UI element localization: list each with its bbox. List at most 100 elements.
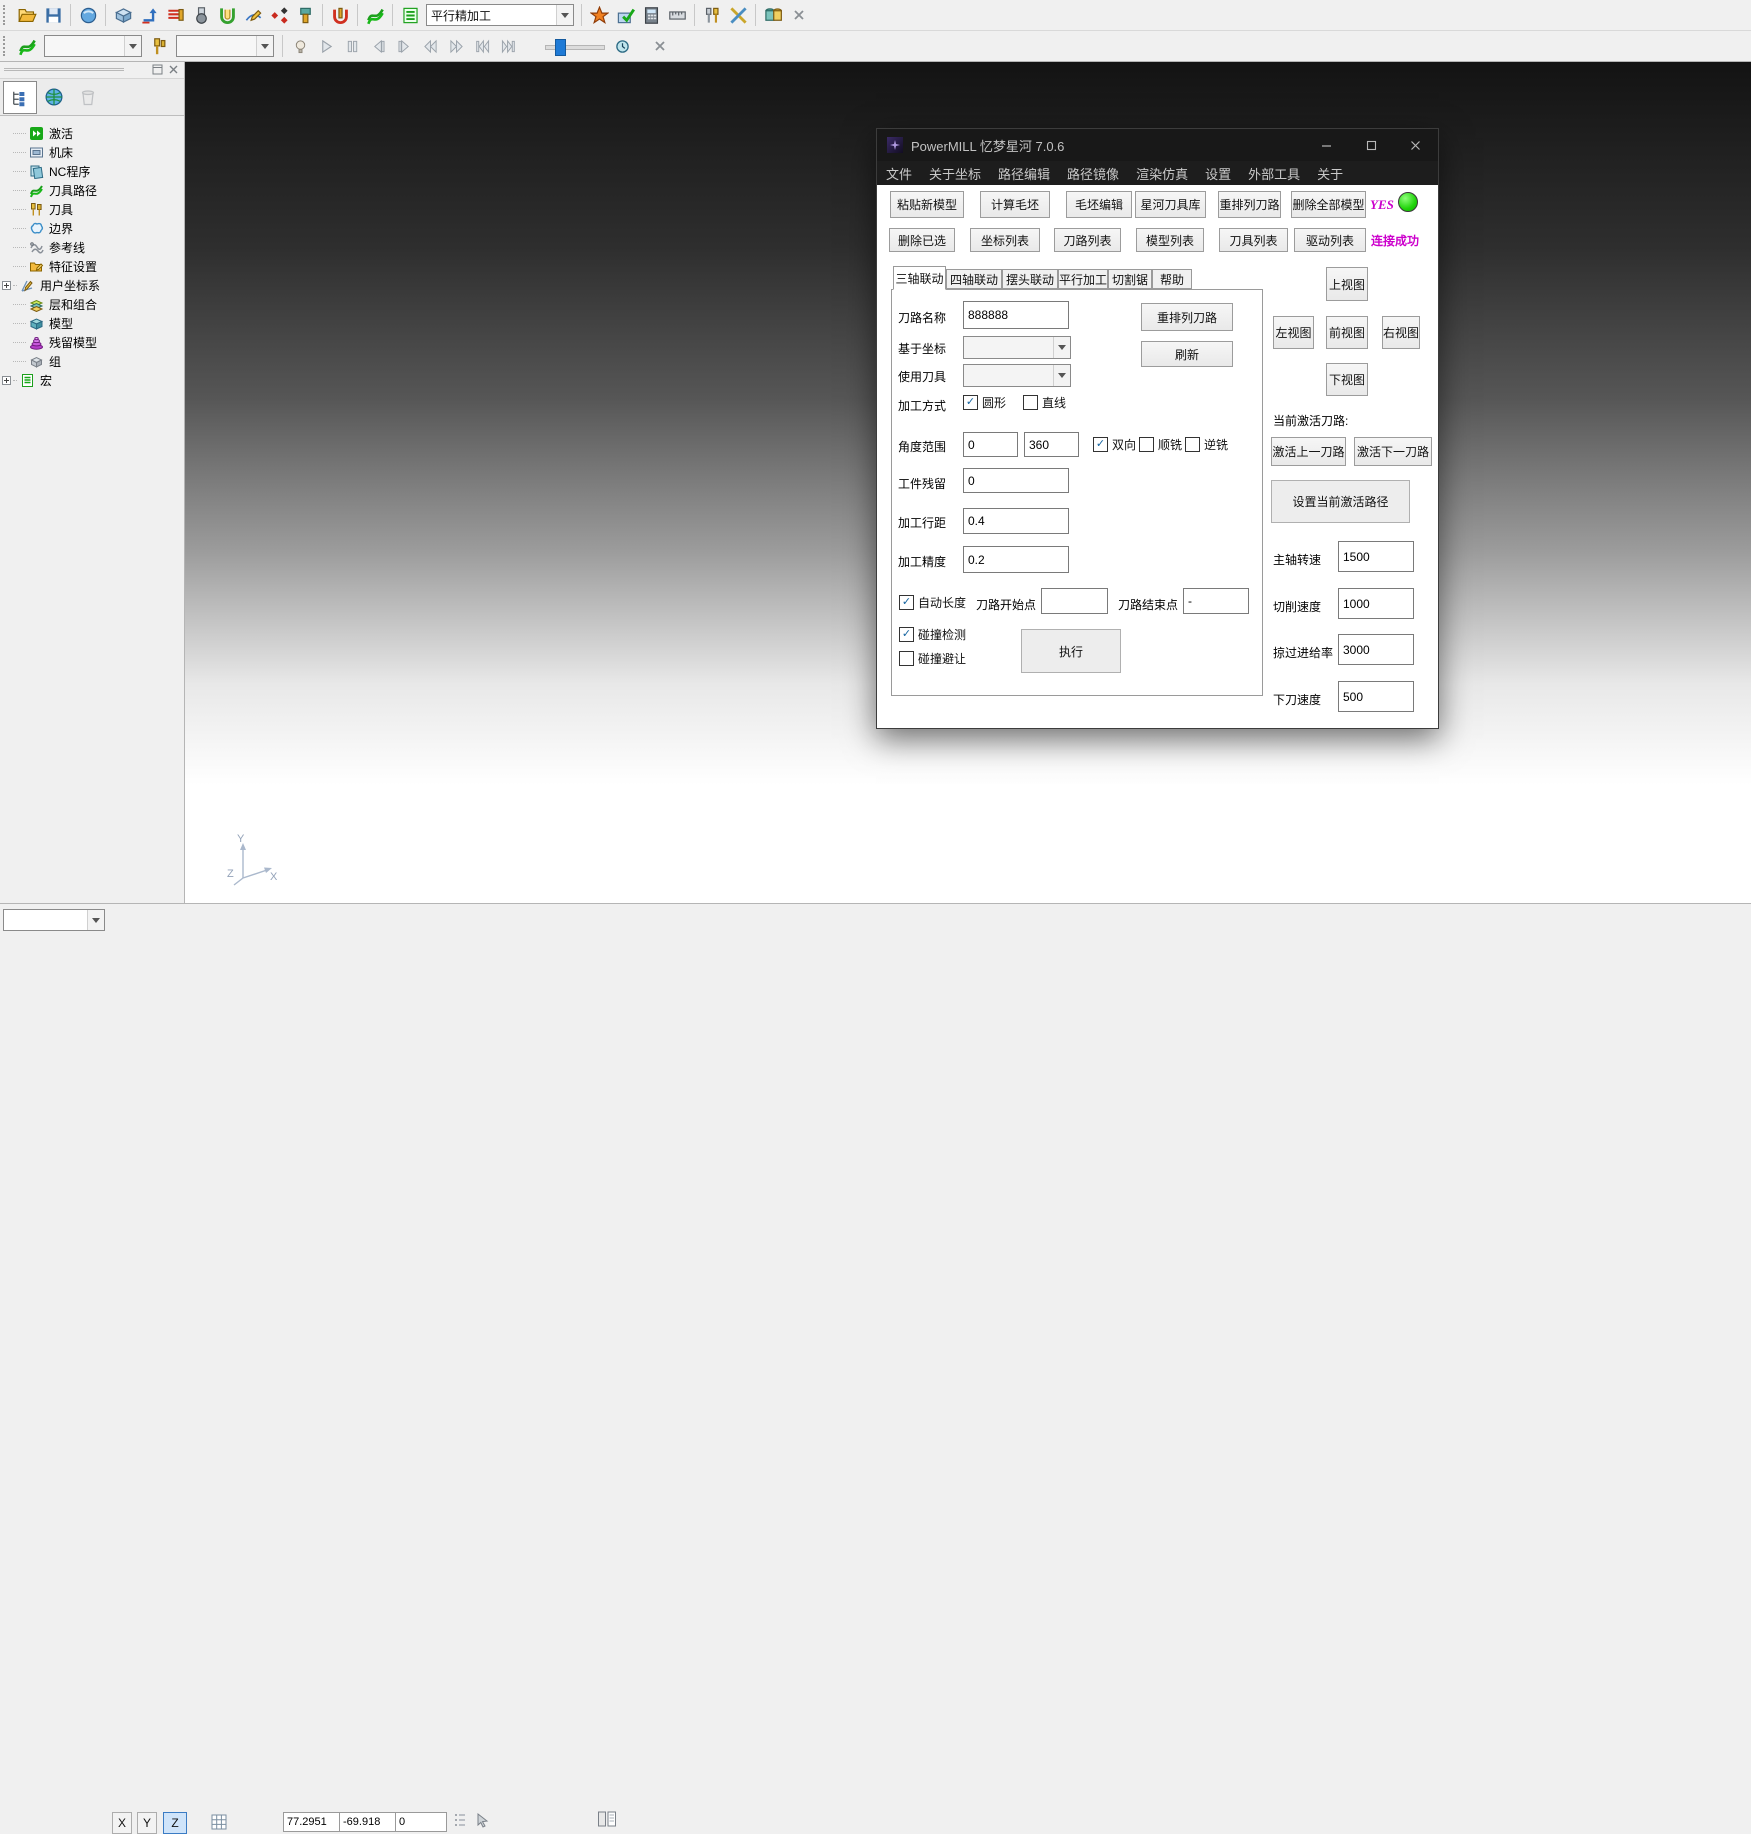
checkbox-mark[interactable]: ✓ bbox=[899, 627, 914, 642]
verify-toolpath-icon[interactable] bbox=[613, 3, 637, 27]
tree-item-macros[interactable]: 宏 bbox=[0, 371, 52, 390]
coord-base-combobox[interactable] bbox=[963, 336, 1071, 359]
delete-selected-button[interactable]: 删除已选 bbox=[889, 228, 955, 252]
tab-saw[interactable]: 切割锯 bbox=[1108, 269, 1152, 289]
calc-stock-button[interactable]: 计算毛坯 bbox=[980, 191, 1050, 218]
checkbox-auto-length[interactable]: ✓ 自动长度 bbox=[899, 594, 966, 611]
tool-combobox[interactable] bbox=[176, 35, 274, 57]
tree-item-workplanes[interactable]: 用户坐标系 bbox=[0, 276, 100, 295]
stepover-input[interactable] bbox=[963, 508, 1069, 534]
expand-plus-icon[interactable] bbox=[2, 281, 11, 290]
chevron-down-icon[interactable] bbox=[256, 36, 273, 56]
checkbox-mark[interactable] bbox=[899, 651, 914, 666]
star-wizard-icon[interactable] bbox=[587, 3, 611, 27]
chevron-down-icon[interactable] bbox=[87, 910, 104, 930]
tree-item-groups[interactable]: 组 bbox=[0, 352, 61, 371]
stock-cylinders-icon[interactable] bbox=[761, 3, 785, 27]
checkbox-conventional[interactable]: 逆铣 bbox=[1185, 436, 1228, 453]
activate-next-button[interactable]: 激活下一刀路 bbox=[1354, 437, 1432, 466]
tool-library-button[interactable]: 星河刀具库 bbox=[1135, 191, 1206, 218]
coords-list-icon[interactable] bbox=[452, 1812, 468, 1831]
form-rearrange-button[interactable]: 重排列刀路 bbox=[1141, 303, 1233, 331]
start-point-input[interactable] bbox=[1041, 588, 1108, 614]
end-point-input[interactable] bbox=[1183, 588, 1249, 614]
play-button[interactable] bbox=[315, 35, 337, 57]
view-bottom-button[interactable]: 下视图 bbox=[1326, 363, 1368, 396]
machining-strategy-combobox[interactable]: 平行精加工 bbox=[426, 4, 574, 26]
explorer-trash-tab[interactable] bbox=[72, 81, 104, 112]
chevron-down-icon[interactable] bbox=[556, 5, 573, 25]
menu-external-tools[interactable]: 外部工具 bbox=[1248, 164, 1300, 183]
ruler-icon[interactable] bbox=[665, 3, 689, 27]
checkbox-mark[interactable] bbox=[1139, 437, 1154, 452]
chevron-down-icon[interactable] bbox=[1053, 365, 1070, 386]
go-to-start-button[interactable] bbox=[471, 35, 493, 57]
toolpath-combobox[interactable] bbox=[44, 35, 142, 57]
chevron-down-icon[interactable] bbox=[124, 36, 141, 56]
clock-icon[interactable] bbox=[611, 35, 633, 57]
lightbulb-icon[interactable] bbox=[289, 35, 311, 57]
save-icon[interactable] bbox=[41, 3, 65, 27]
tree-item-feature-sets[interactable]: 特征设置 bbox=[0, 257, 97, 276]
strategy-list-icon[interactable] bbox=[398, 3, 422, 27]
close-button[interactable] bbox=[1398, 129, 1432, 161]
panel-grip[interactable] bbox=[4, 68, 124, 71]
menu-render-sim[interactable]: 渲染仿真 bbox=[1136, 164, 1188, 183]
menu-file[interactable]: 文件 bbox=[886, 164, 912, 183]
toolbar-close-icon[interactable] bbox=[787, 3, 811, 27]
checkbox-mark[interactable]: ✓ bbox=[899, 595, 914, 610]
checkbox-collision-avoid[interactable]: 碰撞避让 bbox=[899, 650, 966, 667]
cursor-snap-icon[interactable] bbox=[475, 1812, 491, 1831]
angle-from-input[interactable] bbox=[963, 432, 1018, 457]
block-icon[interactable] bbox=[111, 3, 135, 27]
view-right-button[interactable]: 右视图 bbox=[1382, 316, 1420, 349]
refresh-button[interactable]: 刷新 bbox=[1141, 341, 1233, 367]
fast-forward-button[interactable] bbox=[445, 35, 467, 57]
toolpath-list-button[interactable]: 刀路列表 bbox=[1054, 228, 1121, 252]
maximize-button[interactable] bbox=[1354, 129, 1388, 161]
rearrange-toolpaths-button[interactable]: 重排列刀路 bbox=[1218, 191, 1281, 218]
tree-item-models[interactable]: 模型 bbox=[0, 314, 73, 333]
tree-item-boundaries[interactable]: 边界 bbox=[0, 219, 73, 238]
checkbox-line[interactable]: 直线 bbox=[1023, 394, 1066, 411]
axis-z-button[interactable]: Z bbox=[163, 1812, 187, 1834]
feeds-speeds-icon[interactable] bbox=[328, 3, 352, 27]
tool-list-button[interactable]: 刀具列表 bbox=[1219, 228, 1288, 252]
use-tool-combobox[interactable] bbox=[963, 364, 1071, 387]
tab-parallel[interactable]: 平行加工 bbox=[1058, 269, 1108, 289]
open-project-icon[interactable] bbox=[15, 3, 39, 27]
checkbox-bidirectional[interactable]: ✓ 双向 bbox=[1093, 436, 1136, 453]
tree-item-machine[interactable]: 机床 bbox=[0, 143, 73, 162]
powermill-logo-icon[interactable] bbox=[363, 3, 387, 27]
sim-close-icon[interactable] bbox=[648, 34, 672, 58]
toolpath-arrow-icon[interactable] bbox=[137, 3, 161, 27]
tool-holder-icon[interactable] bbox=[293, 3, 317, 27]
checkbox-mark[interactable] bbox=[1185, 437, 1200, 452]
activate-prev-button[interactable]: 激活上一刀路 bbox=[1271, 437, 1346, 466]
checkbox-climb[interactable]: 顺铣 bbox=[1139, 436, 1182, 453]
go-to-end-button[interactable] bbox=[497, 35, 519, 57]
menu-coords[interactable]: 关于坐标 bbox=[929, 164, 981, 183]
tab-3axis[interactable]: 三轴联动 bbox=[893, 266, 946, 290]
sphere-tool-icon[interactable] bbox=[76, 3, 100, 27]
delete-all-models-button[interactable]: 删除全部模型 bbox=[1291, 191, 1366, 218]
menu-path-mirror[interactable]: 路径镜像 bbox=[1067, 164, 1119, 183]
menu-path-edit[interactable]: 路径编辑 bbox=[998, 164, 1050, 183]
tree-item-levels[interactable]: 层和组合 bbox=[0, 295, 97, 314]
panel-float-icon[interactable] bbox=[152, 64, 163, 78]
window-panels-icon[interactable] bbox=[597, 1810, 617, 1831]
checkbox-mark[interactable] bbox=[1023, 395, 1038, 410]
stock-remain-input[interactable] bbox=[963, 468, 1069, 493]
coord-z-input[interactable] bbox=[395, 1812, 447, 1832]
pause-button[interactable] bbox=[341, 35, 363, 57]
tree-item-nc-program[interactable]: NC程序 bbox=[0, 162, 90, 181]
minimize-button[interactable] bbox=[1309, 129, 1343, 161]
cross-tools-icon[interactable] bbox=[726, 3, 750, 27]
statusbar-combobox[interactable] bbox=[3, 909, 105, 931]
expand-plus-icon[interactable] bbox=[2, 376, 11, 385]
tree-item-activate[interactable]: 激活 bbox=[0, 124, 73, 143]
axis-y-button[interactable]: Y bbox=[137, 1812, 157, 1834]
tree-item-stock-models[interactable]: 残留模型 bbox=[0, 333, 97, 352]
tab-help[interactable]: 帮助 bbox=[1152, 269, 1192, 289]
dialog-titlebar[interactable]: PowerMILL 忆梦星河 7.0.6 bbox=[877, 129, 1438, 161]
